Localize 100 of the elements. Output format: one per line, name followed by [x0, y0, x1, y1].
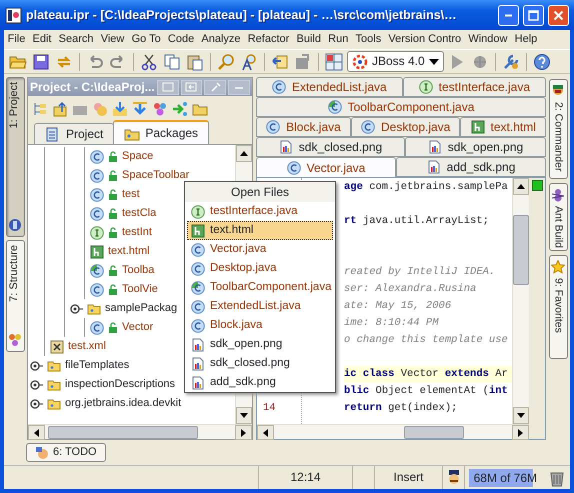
tree-item[interactable]: fileTemplates	[65, 358, 130, 372]
open-file-item[interactable]: Block.java	[187, 316, 333, 335]
close-button[interactable]	[548, 4, 569, 26]
class-icon	[191, 280, 205, 294]
tree-item[interactable]: SpaceToolbar	[122, 168, 190, 182]
arrow-right-icon[interactable]	[172, 100, 188, 116]
view-tab[interactable]: Packages	[113, 120, 210, 144]
tree-item[interactable]: org.jetbrains.idea.devkit	[65, 396, 182, 410]
class-icon	[90, 264, 104, 278]
menu-item[interactable]: View	[97, 32, 128, 46]
code-line: ic class Vector extends Ar	[344, 368, 508, 380]
arrow-down-icon[interactable]	[132, 100, 148, 116]
tree-item[interactable]: Toolba	[122, 264, 154, 278]
tree-item[interactable]: inspectionDescriptions	[65, 378, 176, 392]
expander-icon[interactable]	[30, 378, 43, 390]
menu-item[interactable]: Version Contro	[384, 32, 465, 46]
panel-title: Project - C:\IdeaProj...	[30, 80, 155, 94]
menu-item[interactable]: File	[4, 32, 29, 46]
open-file-item[interactable]: Vector.java	[187, 240, 333, 259]
status-ok-icon	[532, 180, 542, 191]
search-icon[interactable]	[217, 52, 235, 70]
menu-item[interactable]: Go To	[128, 32, 164, 46]
html-file-icon	[191, 224, 205, 238]
view-tab[interactable]: Project	[34, 123, 114, 144]
editor-tab[interactable]: testInterface.java	[402, 77, 546, 97]
tree-item[interactable]: text.html	[108, 244, 150, 258]
editor-tab[interactable]: ExtendedList.java	[256, 77, 403, 97]
open-file-item[interactable]: testInterface.java	[187, 202, 333, 221]
editor-tab[interactable]: text.html	[460, 117, 546, 137]
tool-window-tab[interactable]: Ant Build	[548, 183, 568, 251]
menu-item[interactable]: Window	[464, 32, 512, 46]
editor-tab[interactable]: ToolbarComponent.java	[256, 97, 546, 117]
paste-icon[interactable]	[186, 52, 204, 70]
folder-up-icon[interactable]	[52, 100, 68, 116]
expander-icon[interactable]	[70, 302, 83, 314]
download-icon[interactable]	[112, 100, 128, 116]
tree-item[interactable]: testCla	[122, 206, 156, 220]
tool-window-tab[interactable]: 7: Structure	[6, 240, 24, 352]
tree-item[interactable]: Space	[122, 150, 154, 164]
interface-icon	[90, 226, 104, 240]
horizontal-scrollbar[interactable]	[28, 424, 252, 439]
field-method-icon[interactable]	[92, 100, 108, 116]
editor-tab[interactable]: sdk_open.png	[405, 137, 546, 157]
editor-tab[interactable]: add_sdk.png	[396, 157, 546, 177]
class-icon	[191, 318, 205, 332]
editor-tab[interactable]: Desktop.java	[350, 117, 460, 137]
run-configuration-dropdown[interactable]: JBoss 4.0	[347, 51, 444, 72]
replace-icon[interactable]	[240, 52, 258, 70]
expander-icon[interactable]	[30, 398, 43, 410]
star-icon	[551, 260, 565, 274]
save-icon[interactable]	[32, 52, 50, 70]
help-icon[interactable]	[532, 52, 551, 70]
editor-tab[interactable]: Block.java	[256, 117, 351, 137]
menu-item[interactable]: Build	[292, 32, 325, 46]
tree-item[interactable]: Vector	[122, 320, 154, 334]
menu-item[interactable]: Analyze	[198, 32, 244, 46]
menu-item[interactable]: Code	[164, 32, 198, 46]
class-icon	[286, 161, 301, 175]
todo-icon	[35, 446, 49, 460]
tree-item[interactable]: samplePackag	[105, 302, 178, 316]
tree-item[interactable]: testInt	[122, 226, 152, 240]
expander-icon[interactable]	[30, 360, 43, 372]
open-file-item[interactable]: ExtendedList.java	[187, 297, 333, 316]
tree-item[interactable]: ToolVie	[122, 282, 158, 296]
open-file-item[interactable]: sdk_open.png	[187, 335, 333, 354]
window-icon[interactable]	[162, 82, 174, 92]
open-file-item[interactable]: Desktop.java	[187, 259, 333, 278]
tool-window-tab[interactable]: 9: Favorites	[548, 255, 568, 359]
menu-item[interactable]: Search	[55, 32, 98, 46]
menu-item[interactable]: Help	[511, 32, 541, 46]
menu-item[interactable]: Refactor	[244, 32, 293, 46]
binary-grid-icon[interactable]	[325, 52, 343, 70]
horizontal-scrollbar[interactable]	[257, 424, 529, 439]
maximize-button[interactable]	[523, 4, 544, 26]
tree-icon[interactable]	[32, 100, 48, 116]
open-file-item[interactable]: text.html	[187, 221, 333, 240]
wrench-icon[interactable]	[502, 52, 520, 70]
open-file-item[interactable]: add_sdk.png	[187, 373, 333, 392]
balls-icon[interactable]	[152, 100, 168, 116]
back-icon[interactable]	[271, 52, 289, 70]
cut-icon[interactable]	[140, 52, 158, 70]
open-file-item[interactable]: sdk_closed.png	[187, 354, 333, 373]
close-icon	[553, 10, 564, 20]
tree-item[interactable]: test	[122, 188, 140, 202]
tree-item[interactable]: test.xml	[68, 340, 106, 354]
editor-tab[interactable]: Vector.java	[256, 157, 396, 179]
editor-tab[interactable]: sdk_closed.png	[256, 137, 405, 157]
vertical-scrollbar[interactable]	[512, 178, 529, 424]
copy-icon[interactable]	[163, 52, 181, 70]
minimize-button[interactable]	[498, 4, 519, 26]
menu-item[interactable]: Edit	[28, 32, 56, 46]
class-icon	[191, 242, 205, 256]
tool-window-tab[interactable]: 6: TODO	[26, 443, 106, 462]
menu-item[interactable]: Tools	[352, 32, 385, 46]
tool-window-tab[interactable]: 2: Commander	[548, 79, 568, 179]
class-icon	[191, 262, 205, 276]
database-icon	[8, 218, 22, 232]
open-file-item[interactable]: ToolbarComponent.java	[187, 278, 333, 297]
menu-item[interactable]: Run	[324, 32, 352, 46]
tool-window-tab[interactable]: 1: Project	[6, 77, 24, 237]
